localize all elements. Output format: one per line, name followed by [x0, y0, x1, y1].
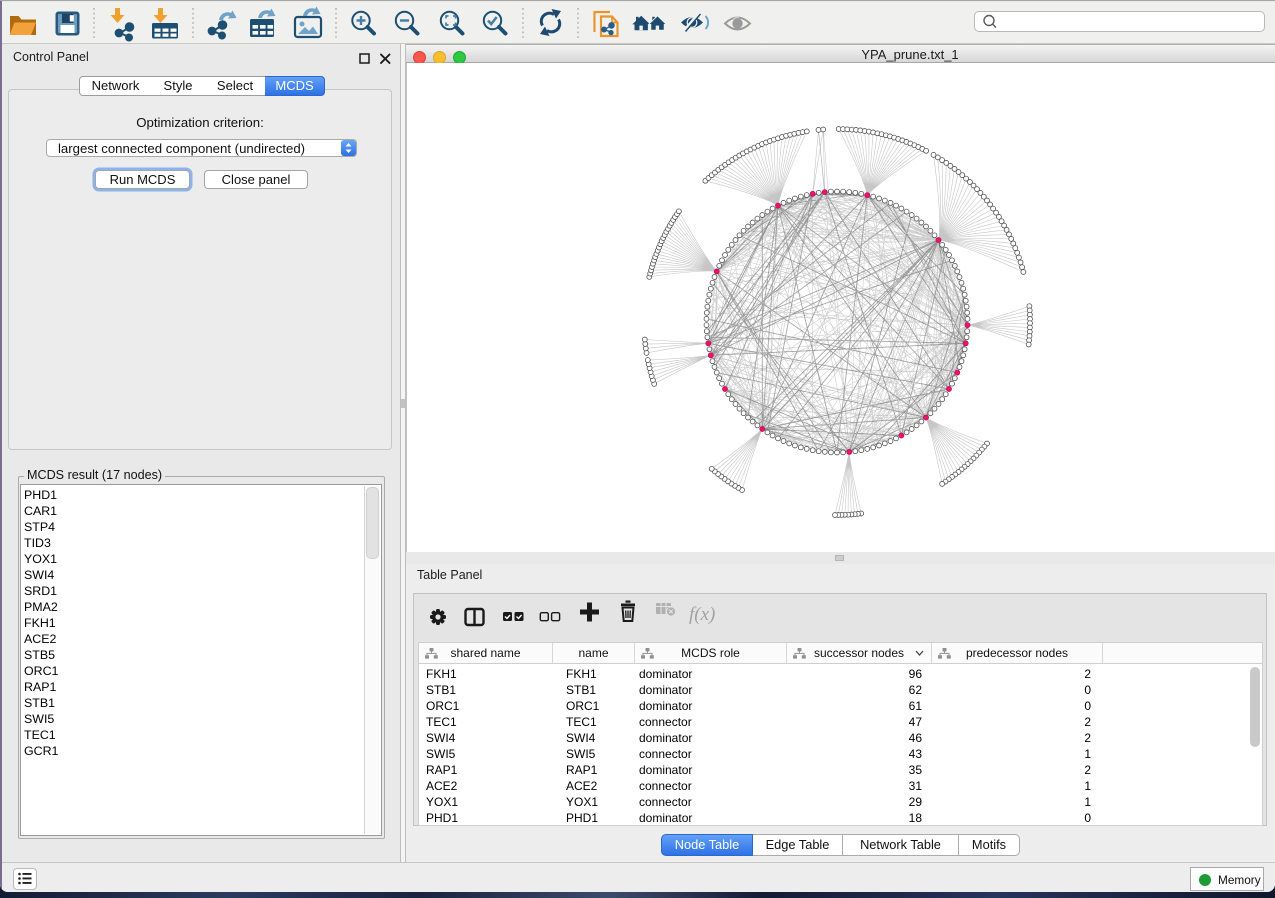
svg-text:f(x): f(x)	[689, 604, 715, 625]
